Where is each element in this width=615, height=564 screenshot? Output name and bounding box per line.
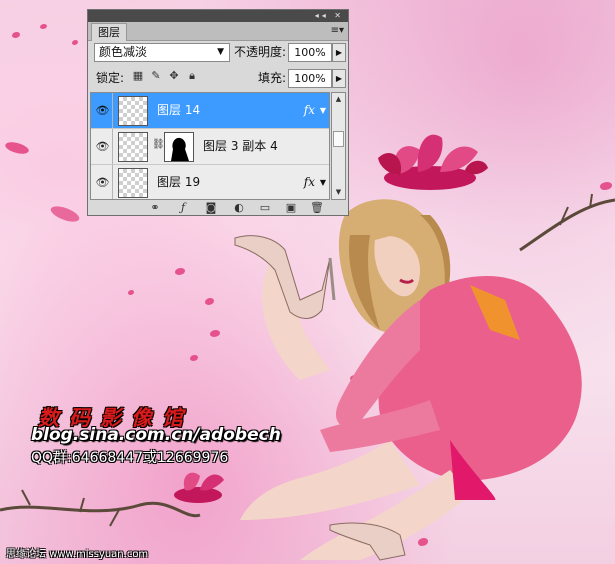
expand-effects-icon[interactable]: ▼: [320, 165, 326, 199]
lock-row: 锁定: ▦ ✎ ✥ 🔒︎ 填充: 100% ▶: [88, 67, 348, 90]
folder-icon[interactable]: ▭: [258, 201, 272, 214]
eye-icon[interactable]: 👁︎: [93, 93, 113, 128]
blend-row: 颜色减淡 ▼ 不透明度: 100% ▶: [88, 41, 348, 64]
layers-panel: ◂◂ ✕ 图层 ≡▾ 颜色减淡 ▼ 不透明度: 100% ▶ 锁定: ▦ ✎ ✥…: [87, 9, 349, 216]
layer-row[interactable]: 👁︎ ⛓︎ 图层 3 副本 4: [91, 129, 329, 165]
fill-label: 填充:: [258, 71, 287, 85]
layer-thumbnail[interactable]: [118, 168, 148, 198]
chevron-down-icon: ▼: [217, 47, 224, 57]
layers-list: 👁︎ 图层 14 fx ▼ 👁︎ ⛓︎ 图层 3 副本 4 👁︎ 图层 19 f…: [90, 92, 330, 200]
scroll-up-icon[interactable]: ▲: [332, 93, 345, 106]
fill-slider-button[interactable]: ▶: [332, 69, 346, 88]
lock-transparent-icon[interactable]: ▦: [132, 70, 144, 82]
opacity-input[interactable]: 100%: [288, 43, 332, 62]
layers-scrollbar[interactable]: ▲ ▼: [331, 92, 346, 200]
scroll-down-icon[interactable]: ▼: [332, 186, 345, 199]
mask-silhouette-icon: [171, 137, 189, 161]
panel-tab-row: 图层 ≡▾: [88, 22, 348, 41]
new-layer-icon[interactable]: ▣: [284, 201, 298, 214]
layer-thumbnail[interactable]: [118, 96, 148, 126]
link-icon[interactable]: ⚭: [148, 201, 162, 214]
layer-row[interactable]: 👁︎ 图层 19 fx ▼: [91, 165, 329, 199]
panel-title-strip[interactable]: ◂◂ ✕: [88, 10, 348, 22]
layer-row[interactable]: 👁︎ 图层 14 fx ▼: [91, 93, 329, 129]
fx-icon[interactable]: ƒ: [176, 201, 190, 214]
layer-name[interactable]: 图层 14: [157, 93, 200, 128]
scroll-thumb[interactable]: [333, 131, 344, 147]
layer-name[interactable]: 图层 19: [157, 165, 200, 199]
opacity-slider-button[interactable]: ▶: [332, 43, 346, 62]
qq-group: QQ群:64668447或12669976: [31, 450, 229, 466]
blend-mode-select[interactable]: 颜色减淡 ▼: [94, 43, 230, 62]
layer-thumbnail[interactable]: [118, 132, 148, 162]
adjustment-icon[interactable]: ◐: [232, 201, 246, 214]
forum-footer: 思缘论坛 www.missyuan.com: [6, 549, 149, 560]
lock-all-icon[interactable]: 🔒︎: [186, 70, 198, 82]
fx-icon[interactable]: fx: [304, 93, 315, 128]
fill-input[interactable]: 100%: [288, 69, 332, 88]
fx-icon[interactable]: fx: [304, 165, 315, 199]
layer-mask-thumbnail[interactable]: [164, 132, 194, 162]
tab-layers[interactable]: 图层: [91, 23, 127, 41]
mask-link-icon[interactable]: ⛓︎: [152, 139, 165, 150]
blog-url: blog.sina.com.cn/adobech: [31, 425, 281, 445]
panel-menu-icon[interactable]: ≡▾: [331, 25, 344, 37]
blend-mode-value: 颜色减淡: [99, 45, 148, 59]
lock-pixels-icon[interactable]: ✎: [150, 70, 162, 82]
mask-icon[interactable]: ◙: [204, 201, 218, 214]
lock-position-icon[interactable]: ✥: [168, 70, 180, 82]
lock-label: 锁定:: [96, 71, 125, 85]
opacity-label: 不透明度:: [234, 45, 287, 59]
layers-bottom-toolbar: ⚭ ƒ ◙ ◐ ▭ ▣ 🗑︎: [88, 200, 348, 215]
eye-icon[interactable]: 👁︎: [93, 129, 113, 164]
trash-icon[interactable]: 🗑︎: [310, 201, 324, 214]
collapse-close-icons[interactable]: ◂◂ ✕: [315, 10, 344, 22]
layer-name[interactable]: 图层 3 副本 4: [203, 129, 278, 164]
eye-icon[interactable]: 👁︎: [93, 165, 113, 199]
expand-effects-icon[interactable]: ▼: [320, 93, 326, 128]
